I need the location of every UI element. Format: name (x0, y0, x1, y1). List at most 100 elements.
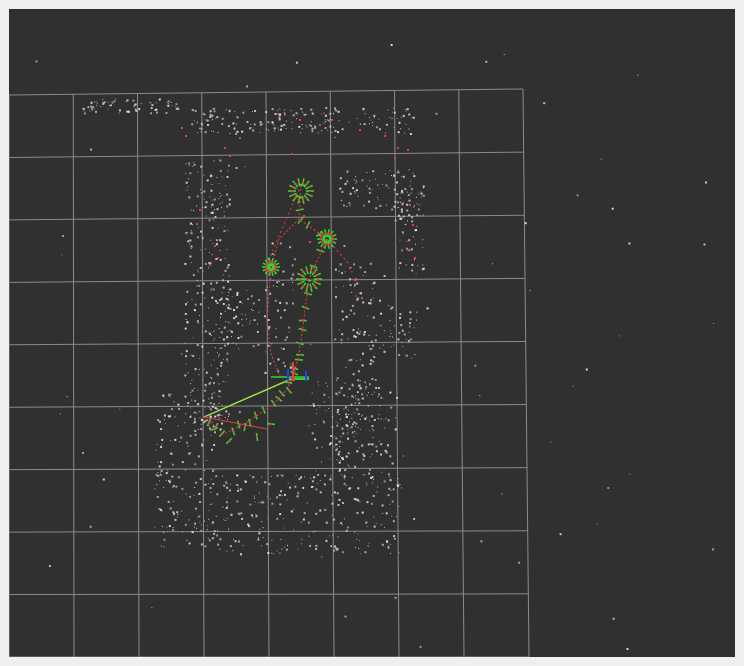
cloud-point (215, 282, 217, 284)
cloud-point (150, 102, 152, 104)
cloud-point (158, 508, 161, 510)
cloud-point (160, 445, 163, 448)
cloud-point (383, 350, 386, 353)
cloud-point (393, 107, 395, 109)
cloud-point (335, 109, 338, 112)
cloud-point (300, 521, 302, 523)
cloud-point (198, 492, 201, 495)
cloud-point (712, 548, 715, 551)
cloud-point (184, 395, 187, 398)
cloud-point (412, 172, 414, 174)
app-frame (0, 0, 744, 666)
cloud-point (224, 520, 226, 521)
cloud-point (184, 342, 186, 344)
cloud-point (389, 503, 391, 505)
cloud-point (199, 501, 202, 504)
cloud-point (198, 374, 200, 376)
cloud-point (196, 195, 199, 198)
cloud-point (210, 175, 213, 177)
cloud-point (272, 279, 274, 281)
cloud-point (174, 438, 177, 441)
cloud-point (189, 222, 192, 225)
cloud-point (612, 617, 615, 620)
keyframe-center (297, 181, 300, 184)
cloud-point (212, 340, 214, 342)
cloud-point (371, 443, 374, 446)
cloud-point (358, 547, 360, 549)
cloud-point (312, 531, 314, 533)
cloud-point (217, 132, 219, 134)
cloud-point (254, 110, 257, 112)
cloud-point (389, 391, 392, 394)
3d-viewport[interactable] (9, 9, 735, 657)
cloud-point (378, 118, 380, 120)
cloud-point (282, 361, 285, 364)
cloud-point (315, 512, 318, 515)
cloud-point (310, 124, 313, 127)
landmark-point (309, 241, 311, 243)
cloud-point (252, 129, 255, 132)
cloud-point (284, 365, 286, 368)
cloud-point (190, 452, 192, 454)
cloud-point (334, 107, 337, 110)
scene-canvas[interactable] (9, 9, 735, 657)
cloud-point (300, 476, 303, 479)
cloud-point (92, 106, 95, 109)
cloud-point (359, 428, 361, 430)
landmark-point (397, 147, 399, 149)
cloud-point (170, 440, 171, 442)
cloud-point (372, 437, 374, 439)
cloud-point (213, 330, 215, 332)
cloud-point (181, 353, 183, 355)
cloud-point (363, 205, 365, 207)
cloud-point (172, 511, 175, 514)
cloud-point (194, 463, 197, 466)
cloud-point (316, 446, 318, 449)
cloud-point (343, 245, 346, 247)
cloud-point (355, 426, 357, 427)
cloud-point (203, 114, 205, 116)
cloud-point (315, 488, 318, 491)
cloud-point (211, 421, 213, 423)
cloud-point (119, 109, 121, 112)
cloud-point (309, 544, 312, 547)
cloud-point (321, 130, 323, 132)
cloud-point (214, 108, 216, 110)
cloud-point (211, 378, 213, 379)
cloud-point (254, 501, 256, 503)
landmark-point (394, 157, 396, 159)
cloud-point (368, 468, 371, 471)
cloud-point (418, 193, 420, 195)
cloud-point (388, 305, 390, 306)
cloud-point (90, 148, 93, 151)
cloud-point (216, 176, 218, 178)
cloud-point (250, 123, 252, 125)
cloud-point (394, 200, 397, 203)
cloud-point (389, 455, 392, 458)
cloud-point (362, 301, 365, 304)
cloud-point (224, 269, 227, 272)
cloud-point (210, 282, 213, 285)
cloud-point (214, 216, 217, 218)
cloud-point (151, 104, 154, 107)
cloud-point (372, 428, 374, 430)
cloud-point (372, 344, 375, 347)
cloud-point (164, 423, 166, 424)
cloud-point (196, 279, 198, 281)
cloud-point (409, 185, 411, 187)
cloud-point (341, 333, 344, 336)
cloud-point (364, 381, 366, 383)
cloud-point (176, 511, 179, 514)
cloud-point (210, 364, 212, 366)
cloud-point (369, 456, 371, 458)
cloud-point (418, 204, 420, 206)
cloud-point (337, 536, 339, 538)
cloud-point (213, 110, 216, 113)
keyframe-center (305, 269, 308, 272)
cloud-point (391, 336, 393, 338)
cloud-point (194, 522, 197, 525)
cloud-point (192, 165, 194, 167)
cloud-point (378, 387, 381, 389)
cloud-point (190, 415, 192, 417)
keyframe-center (273, 262, 276, 265)
